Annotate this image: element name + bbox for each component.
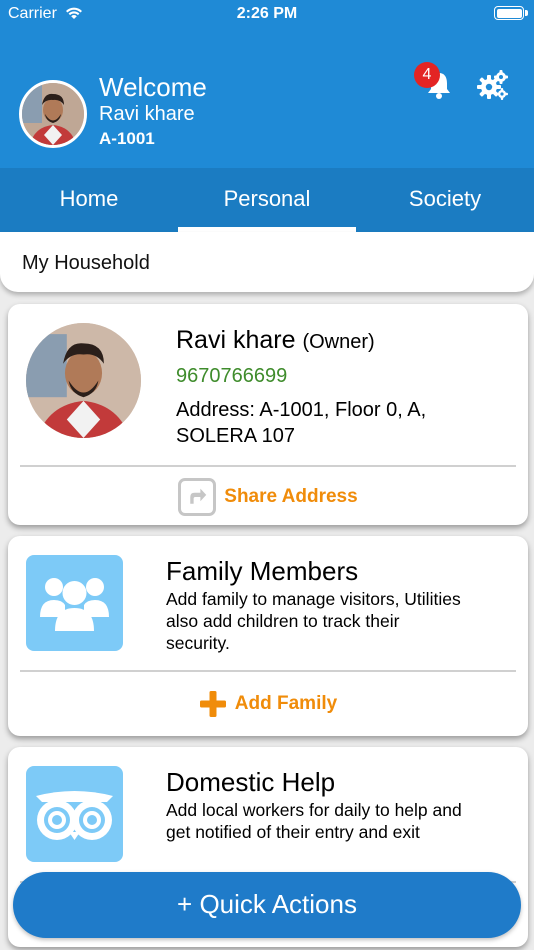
card-divider <box>20 670 516 672</box>
welcome-heading: Welcome <box>99 72 207 102</box>
user-flat: A-1001 <box>99 129 155 148</box>
owner-photo <box>26 323 141 438</box>
domestic-help-title: Domestic Help <box>166 767 336 797</box>
owner-name-line: Ravi khare (Owner) <box>176 326 375 355</box>
user-name: Ravi khare <box>99 103 195 125</box>
family-card-title: Family Members <box>166 556 359 586</box>
notification-badge: 4 <box>414 62 440 88</box>
owner-name: Ravi khare <box>176 326 296 354</box>
family-card-description: Add family to manage visitors, Utilities… <box>166 589 461 653</box>
app-header: Carrier 2:26 PM Welcome Ravi khare A-100… <box>0 0 534 232</box>
status-bar: Carrier 2:26 PM <box>0 0 534 30</box>
share-address-button[interactable]: Share Address <box>178 478 358 516</box>
domestic-help-tile <box>26 766 123 862</box>
profile-card: Ravi khare (Owner) 9670766699 Address: A… <box>8 304 528 525</box>
owl-eyes-icon <box>36 791 113 840</box>
owner-phone[interactable]: 9670766699 <box>176 365 287 388</box>
section-header: My Household <box>0 232 534 292</box>
card-divider <box>20 465 516 467</box>
avatar[interactable] <box>19 80 87 148</box>
domestic-help-description: Add local workers for daily to help and … <box>166 800 462 842</box>
family-tile <box>26 555 123 651</box>
status-time: 2:26 PM <box>236 5 298 22</box>
share-icon <box>178 478 217 516</box>
quick-actions-button[interactable]: + Quick Actions <box>13 872 521 938</box>
add-family-label: Add Family <box>234 693 338 714</box>
tab-society[interactable]: Society <box>356 168 534 232</box>
add-family-button[interactable]: Add Family <box>199 690 337 718</box>
tab-personal[interactable]: Personal <box>178 168 356 232</box>
section-title: My Household <box>22 252 150 274</box>
family-icon <box>40 578 109 631</box>
profile-photo <box>26 323 141 438</box>
settings-gear-icon[interactable] <box>476 68 510 102</box>
tab-home[interactable]: Home <box>0 168 178 232</box>
add-family-row: Add Family <box>8 690 528 723</box>
plus-icon <box>199 691 226 717</box>
battery-icon <box>494 6 528 20</box>
user-photo <box>22 83 84 145</box>
owner-address: Address: A-1001, Floor 0, A, SOLERA 107 <box>176 399 427 447</box>
owner-role: (Owner) <box>302 331 375 353</box>
share-address-label: Share Address <box>224 486 358 507</box>
tab-bar: Home Personal Society <box>0 168 534 232</box>
family-members-card[interactable]: Family Members Add family to manage visi… <box>8 536 528 736</box>
share-address-row: Share Address <box>8 478 528 521</box>
